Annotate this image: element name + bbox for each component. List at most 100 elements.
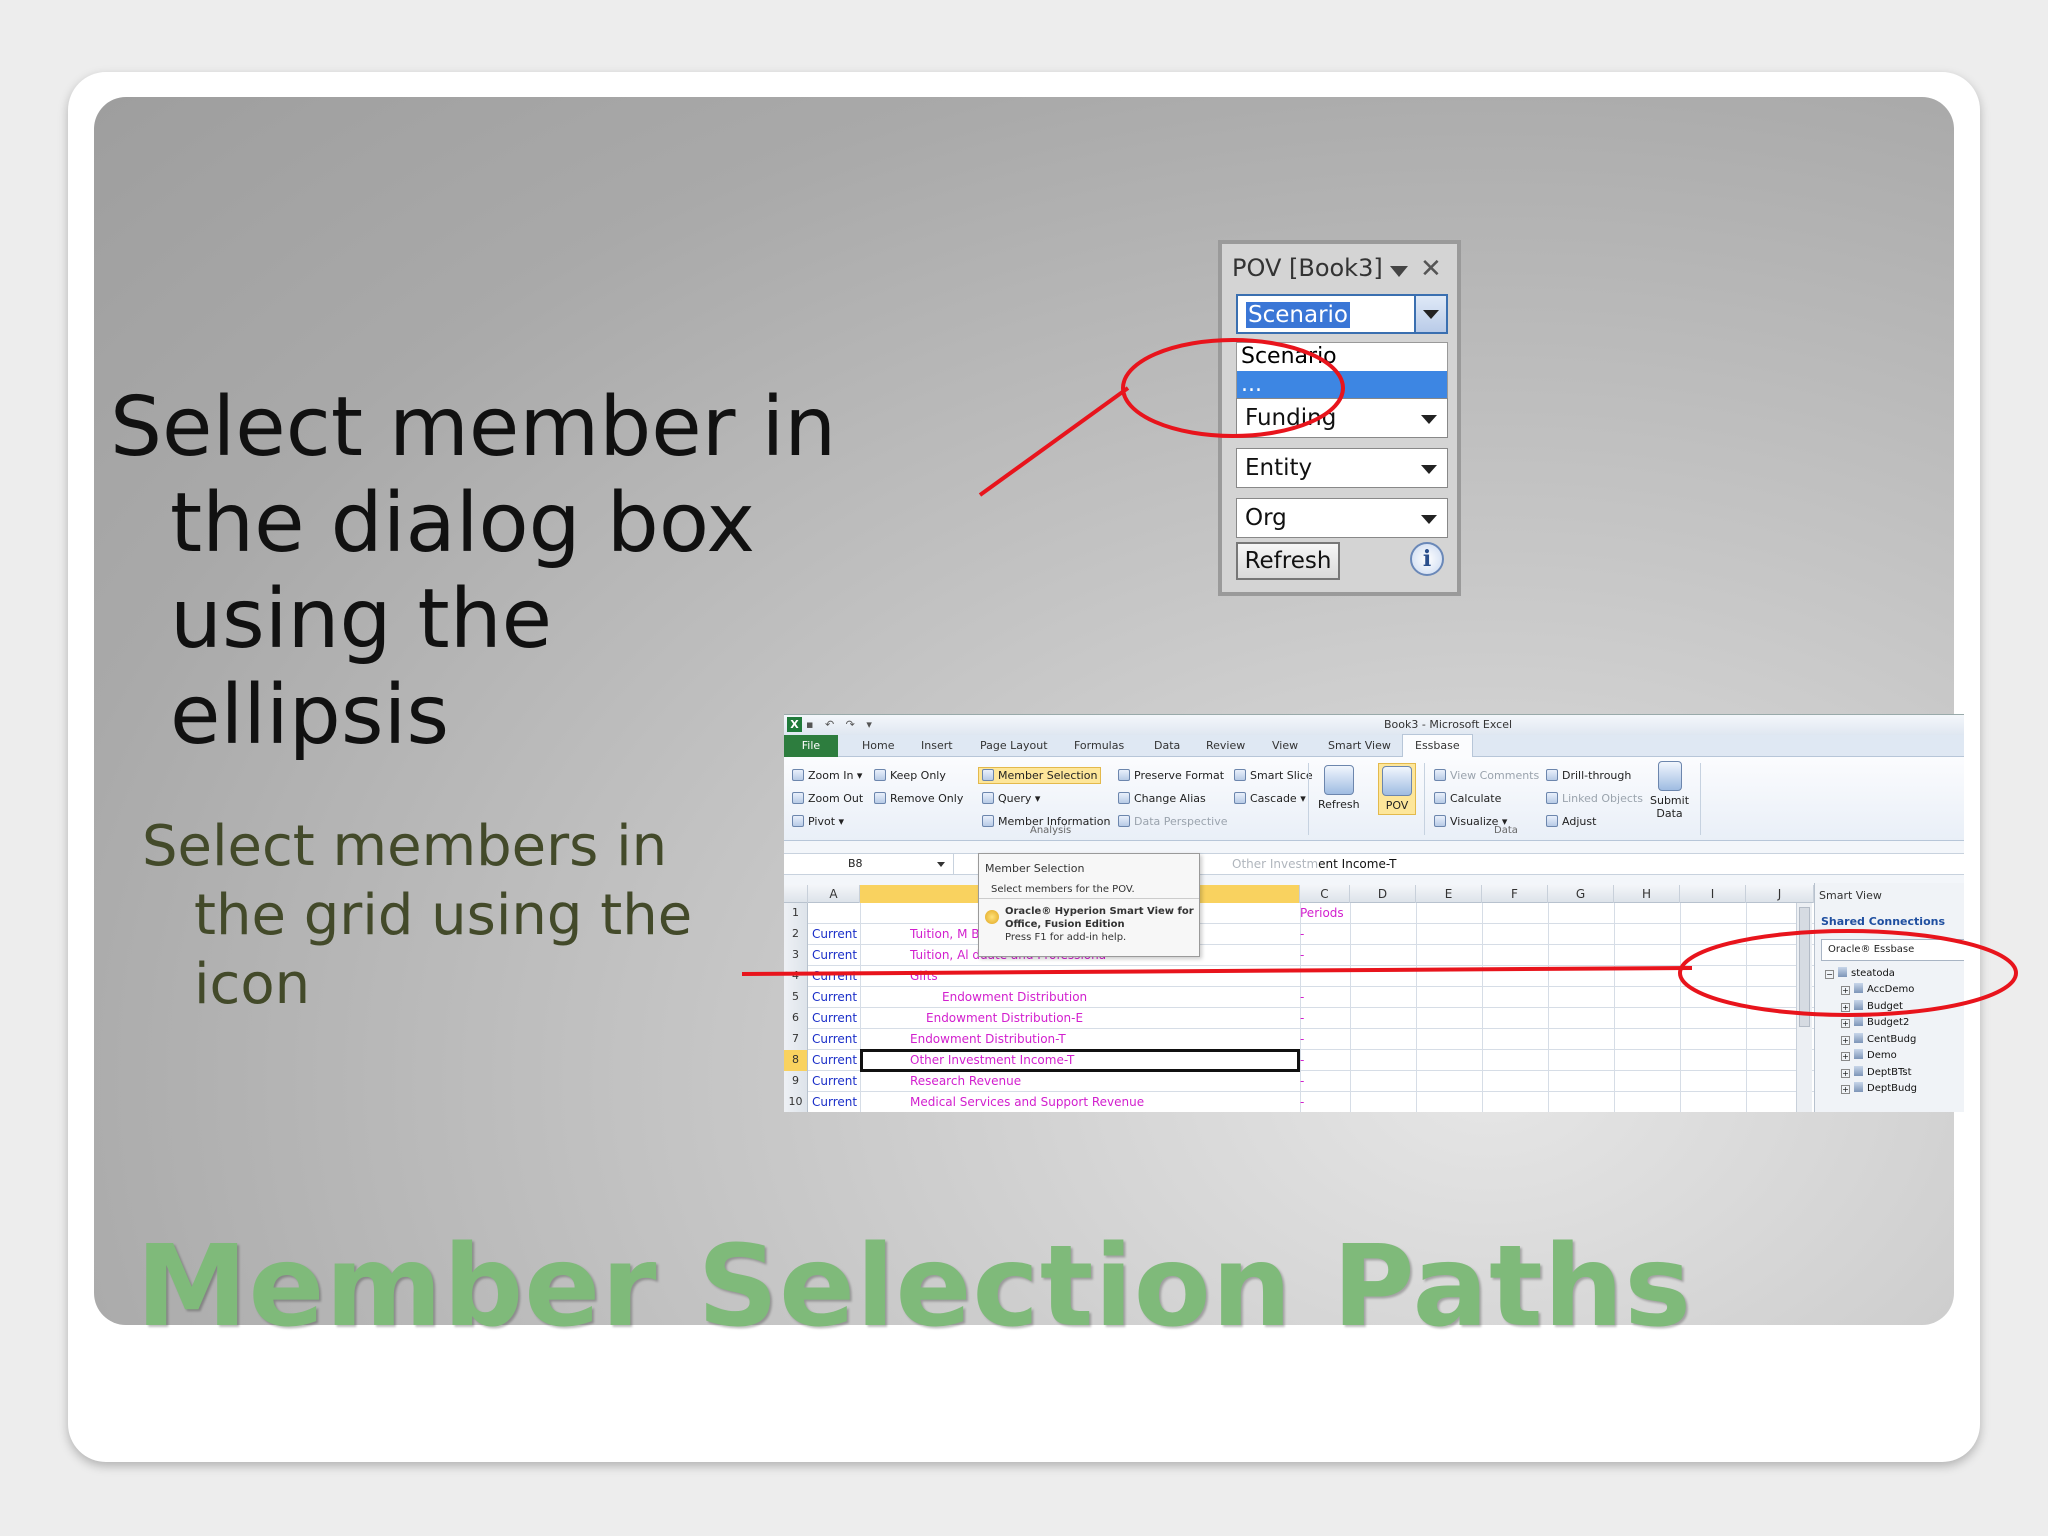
cell-period-value[interactable]: - bbox=[1300, 948, 1304, 962]
cell-period-value[interactable]: Periods bbox=[1300, 906, 1344, 920]
cell-account-member[interactable]: Endowment Distribution-E bbox=[926, 1011, 1083, 1025]
scenario-combo[interactable]: Scenario bbox=[1236, 294, 1448, 334]
close-icon[interactable]: ✕ bbox=[1420, 254, 1442, 284]
cell-account-member[interactable]: Endowment Distribution bbox=[942, 990, 1087, 1004]
tab-view[interactable]: View bbox=[1272, 739, 1298, 752]
member-selection-button[interactable]: Member Selection bbox=[978, 767, 1102, 784]
funding-combo[interactable]: Funding bbox=[1236, 398, 1448, 438]
column-header-i[interactable]: I bbox=[1680, 885, 1746, 903]
tab-file[interactable]: File bbox=[784, 735, 838, 757]
tree-node-app[interactable]: + AccDemo bbox=[1841, 983, 1914, 995]
remove-only-button[interactable]: Remove Only bbox=[874, 792, 963, 805]
expand-icon[interactable]: + bbox=[1841, 1085, 1850, 1094]
tree-node-app[interactable]: + DeptBudg bbox=[1841, 1082, 1917, 1094]
adjust-button[interactable]: Adjust bbox=[1546, 815, 1596, 828]
column-header-d[interactable]: D bbox=[1350, 885, 1416, 903]
cell-scenario-member[interactable]: Current bbox=[812, 990, 857, 1004]
pov-ribbon-button[interactable]: POV bbox=[1378, 763, 1416, 815]
smart-slice-button[interactable]: Smart Slice bbox=[1234, 769, 1313, 782]
org-combo[interactable]: Org bbox=[1236, 498, 1448, 538]
cell-scenario-member[interactable]: Current bbox=[812, 1074, 857, 1088]
view-comments-button[interactable]: View Comments bbox=[1434, 769, 1539, 782]
cell-scenario-member[interactable]: Current bbox=[812, 1053, 857, 1067]
row-header[interactable]: 4 bbox=[784, 966, 808, 987]
tree-node-app[interactable]: + CentBudg bbox=[1841, 1032, 1916, 1045]
tree-node-server[interactable]: − steatoda bbox=[1825, 967, 1895, 979]
submit-data-button[interactable]: Submit Data bbox=[1650, 761, 1689, 820]
column-header-h[interactable]: H bbox=[1614, 885, 1680, 903]
formula-input[interactable]: Other Investment Income-T bbox=[1232, 857, 1396, 871]
tab-data[interactable]: Data bbox=[1154, 739, 1180, 752]
keep-only-button[interactable]: Keep Only bbox=[874, 769, 946, 782]
column-header-e[interactable]: E bbox=[1416, 885, 1482, 903]
pivot-button[interactable]: Pivot ▾ bbox=[792, 815, 844, 828]
chevron-down-icon[interactable] bbox=[937, 862, 945, 867]
name-box[interactable]: B8 bbox=[784, 854, 954, 874]
tab-smart-view[interactable]: Smart View bbox=[1328, 739, 1391, 752]
data-perspective-button[interactable]: Data Perspective bbox=[1118, 815, 1227, 828]
tab-formulas[interactable]: Formulas bbox=[1074, 739, 1124, 752]
collapse-icon[interactable]: − bbox=[1825, 970, 1834, 979]
chevron-down-icon[interactable] bbox=[1421, 465, 1437, 474]
row-header[interactable]: 10 bbox=[784, 1092, 808, 1112]
cascade-button[interactable]: Cascade ▾ bbox=[1234, 792, 1306, 805]
expand-icon[interactable]: + bbox=[1841, 1002, 1850, 1012]
tab-review[interactable]: Review bbox=[1206, 739, 1245, 752]
tree-node-app[interactable]: + Budget2 bbox=[1841, 1016, 1909, 1028]
row-header[interactable]: 7 bbox=[784, 1029, 808, 1050]
dropdown-option-ellipsis[interactable]: ... bbox=[1237, 371, 1447, 399]
zoom-out-button[interactable]: Zoom Out bbox=[792, 792, 863, 805]
cell-scenario-member[interactable]: Current bbox=[812, 969, 857, 983]
scenario-dropdown-button[interactable] bbox=[1414, 296, 1446, 332]
panel-menu-icon[interactable] bbox=[1390, 266, 1408, 277]
cell-account-member[interactable]: Gifts bbox=[910, 969, 938, 983]
change-alias-button[interactable]: Change Alias bbox=[1118, 792, 1206, 805]
column-header-j[interactable]: J bbox=[1746, 885, 1814, 903]
row-header[interactable]: 9 bbox=[784, 1071, 808, 1092]
column-header-c[interactable]: C bbox=[1300, 885, 1350, 903]
info-icon[interactable]: i bbox=[1410, 542, 1444, 576]
tree-node-app[interactable]: + DeptBTst bbox=[1841, 1065, 1912, 1078]
cell-period-value[interactable]: - bbox=[1300, 1053, 1304, 1067]
tab-insert[interactable]: Insert bbox=[921, 739, 953, 752]
linked-objects-button[interactable]: Linked Objects bbox=[1546, 792, 1643, 805]
calculate-button[interactable]: Calculate bbox=[1434, 792, 1501, 805]
chevron-down-icon[interactable] bbox=[1421, 515, 1437, 524]
cell-account-member[interactable]: Medical Services and Support Revenue bbox=[910, 1095, 1144, 1109]
tab-essbase[interactable]: Essbase bbox=[1402, 734, 1473, 757]
tab-page-layout[interactable]: Page Layout bbox=[980, 739, 1048, 752]
refresh-ribbon-button[interactable]: Refresh bbox=[1318, 765, 1360, 811]
cell-scenario-member[interactable]: Current bbox=[812, 927, 857, 941]
expand-icon[interactable]: + bbox=[1841, 1052, 1850, 1061]
vertical-scrollbar[interactable] bbox=[1796, 903, 1812, 1112]
tree-node-app[interactable]: + Demo bbox=[1841, 1049, 1897, 1061]
dropdown-option-scenario[interactable]: Scenario bbox=[1237, 343, 1447, 371]
column-header-a[interactable]: A bbox=[808, 885, 860, 903]
row-header[interactable]: 2 bbox=[784, 924, 808, 945]
cell-scenario-member[interactable]: Current bbox=[812, 948, 857, 962]
quick-access-toolbar[interactable]: ▪ ↶ ↷ ▾ bbox=[806, 718, 876, 731]
drill-through-button[interactable]: Drill-through bbox=[1546, 769, 1631, 782]
cell-period-value[interactable]: - bbox=[1300, 1074, 1304, 1088]
query-button[interactable]: Query ▾ bbox=[982, 792, 1040, 805]
expand-icon[interactable]: + bbox=[1841, 1019, 1850, 1028]
zoom-in-button[interactable]: Zoom In ▾ bbox=[792, 769, 862, 782]
row-header[interactable]: 6 bbox=[784, 1008, 808, 1029]
active-cell-b8[interactable] bbox=[860, 1049, 1300, 1072]
cell-period-value[interactable]: - bbox=[1300, 1011, 1304, 1025]
cell-scenario-member[interactable]: Current bbox=[812, 1095, 857, 1109]
preserve-format-button[interactable]: Preserve Format bbox=[1118, 769, 1224, 782]
cell-scenario-member[interactable]: Current bbox=[812, 1011, 857, 1025]
cell-period-value[interactable]: - bbox=[1300, 1032, 1304, 1046]
shared-connections-link[interactable]: Shared Connections bbox=[1821, 915, 1945, 928]
chevron-down-icon[interactable] bbox=[1421, 415, 1437, 424]
column-header-f[interactable]: F bbox=[1482, 885, 1548, 903]
provider-select[interactable]: Oracle® Essbase bbox=[1821, 939, 1964, 961]
expand-icon[interactable]: + bbox=[1841, 1035, 1850, 1045]
cell-account-member[interactable]: Research Revenue bbox=[910, 1074, 1021, 1088]
select-all-corner[interactable] bbox=[784, 885, 808, 903]
refresh-button[interactable]: Refresh bbox=[1236, 542, 1340, 580]
cell-period-value[interactable]: - bbox=[1300, 927, 1304, 941]
entity-combo[interactable]: Entity bbox=[1236, 448, 1448, 488]
cell-period-value[interactable]: - bbox=[1300, 1095, 1304, 1109]
